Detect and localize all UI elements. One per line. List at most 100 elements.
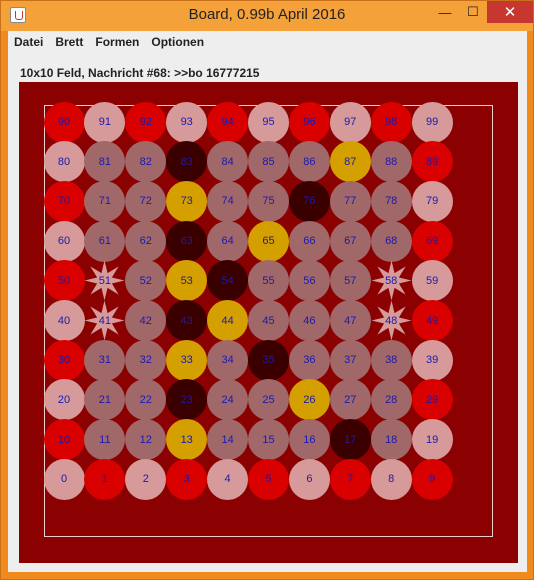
board-cell-29[interactable]: 29 [411, 379, 453, 421]
board-cell-41[interactable]: 41 [84, 300, 125, 341]
board-cell-60[interactable]: 60 [43, 220, 85, 262]
board-cell-81[interactable]: 81 [84, 141, 126, 183]
board-cell-87[interactable]: 87 [329, 141, 371, 183]
board-cell-76[interactable]: 76 [288, 180, 330, 222]
board-cell-67[interactable]: 67 [329, 220, 371, 262]
board-cell-77[interactable]: 77 [329, 180, 371, 222]
close-button[interactable]: ✕ [487, 1, 533, 23]
board-cell-70[interactable]: 70 [43, 180, 85, 222]
minimize-button[interactable]: — [431, 1, 459, 23]
board-cell-18[interactable]: 18 [370, 419, 412, 461]
board-cell-1[interactable]: 1 [84, 458, 126, 500]
board-cell-68[interactable]: 68 [370, 220, 412, 262]
board-cell-62[interactable]: 62 [125, 220, 167, 262]
board-cell-53[interactable]: 53 [166, 260, 208, 302]
board-cell-74[interactable]: 74 [207, 180, 249, 222]
menu-formen[interactable]: Formen [89, 35, 145, 49]
board-cell-97[interactable]: 97 [329, 101, 371, 143]
board-cell-71[interactable]: 71 [84, 180, 126, 222]
board-cell-5[interactable]: 5 [248, 458, 289, 500]
board-cell-27[interactable]: 27 [329, 379, 371, 421]
board-cell-48[interactable]: 48 [371, 300, 412, 341]
board-cell-52[interactable]: 52 [125, 260, 167, 302]
board-cell-69[interactable]: 69 [411, 220, 453, 262]
board-cell-72[interactable]: 72 [125, 180, 167, 222]
board-cell-32[interactable]: 32 [125, 339, 167, 381]
board-cell-34[interactable]: 34 [207, 339, 249, 381]
board-cell-28[interactable]: 28 [370, 379, 412, 421]
board-cell-10[interactable]: 10 [43, 419, 85, 461]
board-cell-14[interactable]: 14 [207, 419, 249, 461]
board-cell-24[interactable]: 24 [207, 379, 249, 421]
board-cell-95[interactable]: 95 [248, 101, 289, 143]
board-cell-84[interactable]: 84 [207, 141, 249, 183]
menu-brett[interactable]: Brett [49, 35, 89, 49]
board-cell-46[interactable]: 46 [288, 300, 330, 341]
board-cell-36[interactable]: 36 [288, 339, 330, 381]
board-cell-30[interactable]: 30 [43, 339, 85, 381]
board-cell-57[interactable]: 57 [329, 260, 371, 302]
board-cell-78[interactable]: 78 [370, 180, 412, 222]
board-cell-6[interactable]: 6 [288, 458, 330, 500]
board-cell-9[interactable]: 9 [411, 458, 453, 500]
board-cell-37[interactable]: 37 [329, 339, 371, 381]
board-cell-56[interactable]: 56 [288, 260, 330, 302]
board-cell-40[interactable]: 40 [43, 300, 85, 341]
board-cell-23[interactable]: 23 [166, 379, 208, 421]
board-cell-98[interactable]: 98 [370, 101, 412, 143]
board-cell-93[interactable]: 93 [166, 101, 208, 143]
board-cell-38[interactable]: 38 [370, 339, 412, 381]
board-cell-58[interactable]: 58 [371, 260, 412, 301]
board-cell-82[interactable]: 82 [125, 141, 167, 183]
board-cell-47[interactable]: 47 [329, 300, 371, 341]
board-cell-22[interactable]: 22 [125, 379, 167, 421]
board-cell-75[interactable]: 75 [248, 180, 289, 222]
board-cell-49[interactable]: 49 [411, 300, 453, 341]
board-cell-92[interactable]: 92 [125, 101, 167, 143]
board-cell-63[interactable]: 63 [166, 220, 208, 262]
menu-optionen[interactable]: Optionen [145, 35, 210, 49]
board-cell-25[interactable]: 25 [248, 379, 289, 421]
board-cell-16[interactable]: 16 [288, 419, 330, 461]
board-cell-85[interactable]: 85 [248, 141, 289, 183]
board-cell-2[interactable]: 2 [125, 458, 167, 500]
board-cell-11[interactable]: 11 [84, 419, 126, 461]
board-cell-33[interactable]: 33 [166, 339, 208, 381]
title-bar[interactable]: Board, 0.99b April 2016 — ☐ ✕ [1, 1, 533, 31]
board-cell-86[interactable]: 86 [288, 141, 330, 183]
board-cell-83[interactable]: 83 [166, 141, 208, 183]
board-cell-91[interactable]: 91 [84, 101, 126, 143]
board-cell-3[interactable]: 3 [166, 458, 208, 500]
board-cell-43[interactable]: 43 [166, 300, 208, 341]
board-cell-19[interactable]: 19 [411, 419, 453, 461]
board-cell-50[interactable]: 50 [43, 260, 85, 302]
board-cell-79[interactable]: 79 [411, 180, 453, 222]
board-cell-26[interactable]: 26 [288, 379, 330, 421]
board-cell-80[interactable]: 80 [43, 141, 85, 183]
board-cell-35[interactable]: 35 [248, 339, 289, 381]
board-cell-59[interactable]: 59 [411, 260, 453, 302]
board-cell-15[interactable]: 15 [248, 419, 289, 461]
menu-datei[interactable]: Datei [8, 35, 49, 49]
board-cell-88[interactable]: 88 [370, 141, 412, 183]
board-cell-55[interactable]: 55 [248, 260, 289, 302]
board-cell-54[interactable]: 54 [207, 260, 249, 302]
board-cell-73[interactable]: 73 [166, 180, 208, 222]
board-cell-44[interactable]: 44 [207, 300, 249, 341]
board-cell-31[interactable]: 31 [84, 339, 126, 381]
board-cell-0[interactable]: 0 [43, 458, 85, 500]
board-cell-13[interactable]: 13 [166, 419, 208, 461]
board-cell-94[interactable]: 94 [207, 101, 249, 143]
board-cell-89[interactable]: 89 [411, 141, 453, 183]
board-cell-8[interactable]: 8 [370, 458, 412, 500]
board-cell-90[interactable]: 90 [43, 101, 85, 143]
board-cell-21[interactable]: 21 [84, 379, 126, 421]
board-cell-12[interactable]: 12 [125, 419, 167, 461]
board-cell-51[interactable]: 51 [84, 260, 125, 301]
board-cell-42[interactable]: 42 [125, 300, 167, 341]
board-cell-7[interactable]: 7 [329, 458, 371, 500]
board-cell-39[interactable]: 39 [411, 339, 453, 381]
board-cell-99[interactable]: 99 [411, 101, 453, 143]
board-cell-64[interactable]: 64 [207, 220, 249, 262]
board-cell-65[interactable]: 65 [248, 220, 289, 262]
